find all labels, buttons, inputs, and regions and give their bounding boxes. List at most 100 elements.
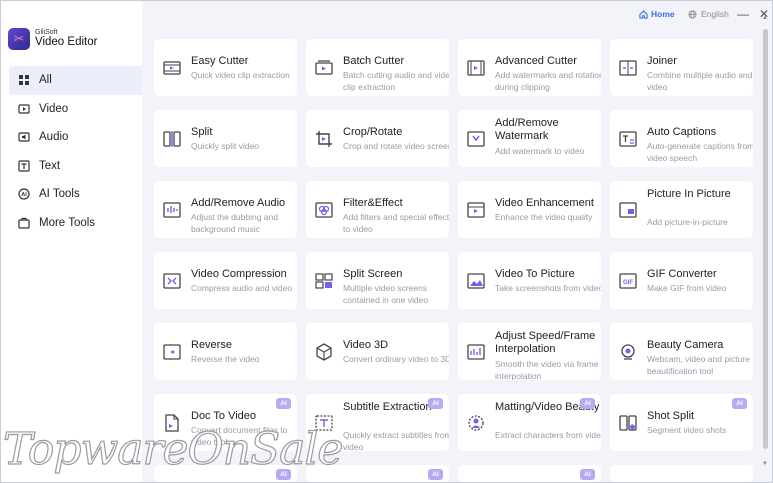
- tool-card-picture-in-picture[interactable]: Picture In Picture Add picture-in-picture: [610, 181, 753, 238]
- film-batch-icon: [315, 60, 333, 75]
- top-bar: Home English — ✕: [142, 1, 772, 31]
- svg-text:GIF: GIF: [623, 280, 633, 286]
- tool-title: Adjust Speed/Frame Interpolation: [495, 330, 596, 355]
- tool-title: GIF Converter: [647, 268, 717, 280]
- film-icon: [163, 61, 181, 75]
- tool-description: Multiple video screens contained in one …: [343, 283, 429, 305]
- tool-description: Batch cutting audio and video clip extra…: [343, 70, 449, 92]
- tool-title: Joiner: [647, 55, 677, 67]
- tool-card-doc-to-video[interactable]: Doc To Video Convert document files to vi…: [154, 394, 297, 451]
- app-window: ✂ GiliSoft Video Editor All Video Audio …: [0, 0, 773, 483]
- tool-card-empty-25[interactable]: AI: [306, 465, 449, 482]
- sidebar-item-more-tools[interactable]: More Tools: [9, 209, 142, 238]
- compress-icon: [163, 273, 181, 289]
- pip-icon: [619, 202, 637, 218]
- sidebar-item-label: Video: [39, 102, 69, 115]
- minimize-icon: —: [737, 7, 749, 21]
- tool-description: Quickly extract subtitles from video: [343, 430, 449, 451]
- grid-icon: [18, 74, 30, 86]
- tool-card-batch-cutter[interactable]: Batch Cutter Batch cutting audio and vide…: [306, 39, 449, 96]
- ai-icon: AI: [18, 188, 30, 200]
- scroll-thumb[interactable]: [763, 29, 768, 449]
- tool-card-empty-26[interactable]: AI: [458, 465, 601, 482]
- tool-card-crop-rotate[interactable]: Crop/Rotate Crop and rotate video screen: [306, 110, 449, 167]
- home-button[interactable]: Home: [639, 9, 675, 19]
- tool-card-empty-27[interactable]: [610, 465, 753, 482]
- tool-description: Add watermark to video: [495, 146, 585, 156]
- tool-card-matting-video-beauty[interactable]: Matting/Video Beauty Extract characters f…: [458, 394, 601, 451]
- home-icon: [639, 9, 648, 19]
- tool-description: Enhance the video quality: [495, 212, 593, 222]
- sidebar-item-label: Text: [39, 159, 61, 172]
- tool-title: Shot Split: [647, 410, 695, 422]
- ai-badge: AI: [580, 398, 595, 409]
- tool-card-video-to-picture[interactable]: Video To Picture Take screenshots from vi…: [458, 252, 601, 309]
- ai-badge: AI: [580, 469, 595, 480]
- tool-card-video-compression[interactable]: Video Compression Compress audio and vide…: [154, 252, 297, 309]
- shot-split-icon: [619, 415, 637, 431]
- tool-title: Split: [191, 126, 213, 138]
- sidebar-item-all[interactable]: All: [9, 66, 142, 95]
- tool-card-add-remove-watermark[interactable]: Add/Remove Watermark Add watermark to vid…: [458, 110, 601, 167]
- tool-card-easy-cutter[interactable]: Easy Cutter Quick video clip extraction: [154, 39, 297, 96]
- scrollbar[interactable]: ▲ ▼: [762, 15, 770, 467]
- tool-description: Crop and rotate video screen: [343, 141, 449, 151]
- doc-icon: [165, 414, 179, 432]
- tool-card-split[interactable]: Split Quickly split video: [154, 110, 297, 167]
- tool-description: Auto-generate captions from video speech: [647, 141, 753, 163]
- tool-card-advanced-cutter[interactable]: Advanced Cutter Add watermarks and rotati…: [458, 39, 601, 96]
- ai-badge: AI: [428, 469, 443, 480]
- tool-title: Filter&Effect: [343, 197, 403, 209]
- split-icon: [163, 131, 181, 147]
- subtitle-icon: [315, 415, 333, 431]
- join-icon: [619, 60, 637, 76]
- audio-edit-icon: [163, 202, 181, 218]
- tool-card-video-enhancement[interactable]: Video Enhancement Enhance the video quali…: [458, 181, 601, 238]
- tool-title: Video To Picture: [495, 268, 575, 280]
- ai-badge: AI: [276, 469, 291, 480]
- tool-card-adjust-speed-frame-interpolation[interactable]: Adjust Speed/Frame Interpolation Smooth t…: [458, 323, 601, 380]
- tool-card-joiner[interactable]: Joiner Combine multiple audio and video: [610, 39, 753, 96]
- sidebar-item-video[interactable]: Video: [9, 95, 142, 124]
- sidebar-item-label: Audio: [39, 131, 69, 144]
- watermark-icon: [467, 131, 485, 147]
- scroll-down-icon[interactable]: ▼: [762, 461, 768, 467]
- tool-card-gif-converter[interactable]: GIF GIF Converter Make GIF from video: [610, 252, 753, 309]
- tool-description: Segment video shots: [647, 425, 727, 435]
- tool-description: Add picture-in-picture: [647, 217, 728, 227]
- scroll-up-icon[interactable]: ▲: [762, 15, 768, 21]
- brand-name: Video Editor: [35, 36, 98, 49]
- tool-title: Easy Cutter: [191, 55, 249, 67]
- tool-description: Add watermarks and rotation during clipp…: [495, 70, 601, 92]
- tool-card-video-3d[interactable]: Video 3D Convert ordinary video to 3D: [306, 323, 449, 380]
- reverse-icon: [163, 344, 181, 360]
- language-selector[interactable]: English: [688, 9, 729, 19]
- sidebar-item-text[interactable]: Text: [9, 152, 142, 181]
- tool-card-auto-captions[interactable]: Auto Captions Auto-generate captions from…: [610, 110, 753, 167]
- ai-badge: AI: [428, 398, 443, 409]
- language-label: English: [701, 9, 729, 19]
- sidebar-item-label: More Tools: [39, 216, 96, 229]
- camera-icon: [621, 344, 635, 360]
- tool-card-add-remove-audio[interactable]: Add/Remove Audio Adjust the dubbing and b…: [154, 181, 297, 238]
- sidebar-item-label: AI Tools: [39, 188, 80, 201]
- tool-card-subtitle-extraction[interactable]: Subtitle Extraction Quickly extract subti…: [306, 394, 449, 451]
- tool-card-beauty-camera[interactable]: Beauty Camera Webcam, video and picture b…: [610, 323, 753, 380]
- tool-card-reverse[interactable]: Reverse Reverse the video: [154, 323, 297, 380]
- sidebar-item-ai-tools[interactable]: AI AI Tools: [9, 180, 142, 209]
- sidebar-item-audio[interactable]: Audio: [9, 123, 142, 152]
- minimize-button[interactable]: —: [736, 7, 750, 21]
- tool-card-shot-split[interactable]: Shot Split Segment video shots AI: [610, 394, 753, 451]
- tool-title: Split Screen: [343, 268, 403, 280]
- film-advanced-icon: [467, 60, 485, 76]
- cube-icon: [316, 343, 332, 361]
- globe-icon: [688, 9, 697, 19]
- home-label: Home: [651, 9, 675, 19]
- tool-title: Video Enhancement: [495, 197, 594, 209]
- text-icon: [18, 160, 30, 172]
- tool-card-filter-effect[interactable]: Filter&Effect Add filters and special eff…: [306, 181, 449, 238]
- tool-card-empty-24[interactable]: AI: [154, 465, 297, 482]
- tool-card-split-screen[interactable]: Split Screen Multiple video screens conta…: [306, 252, 449, 309]
- tool-title: Beauty Camera: [647, 339, 724, 351]
- split-screen-icon: [315, 273, 333, 289]
